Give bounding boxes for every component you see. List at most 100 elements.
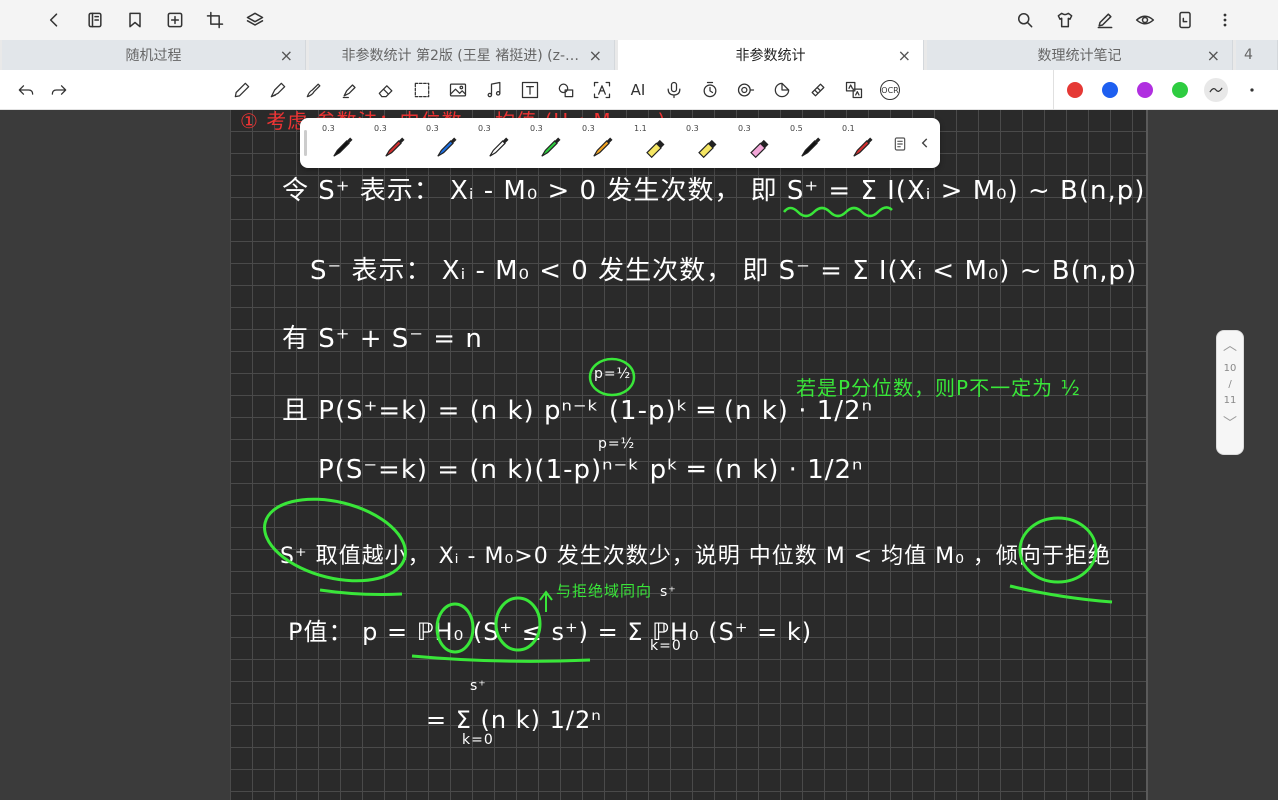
pen-slot-9[interactable]: 0.3 xyxy=(726,122,776,164)
bookmark-icon[interactable] xyxy=(121,6,149,34)
note-line-s-minus: S⁻ 表示： Xᵢ - M₀ < 0 发生次数， 即 S⁻ = Σ I(Xᵢ <… xyxy=(310,256,1138,286)
pen-slot-10[interactable]: 0.5 xyxy=(778,122,828,164)
device-icon[interactable] xyxy=(1171,6,1199,34)
page-edge xyxy=(1146,110,1148,800)
tab-overflow[interactable]: 4 xyxy=(1236,40,1278,70)
pencil-icon[interactable] xyxy=(230,78,254,102)
color-blue-swatch[interactable] xyxy=(1102,82,1118,98)
color-purple-swatch[interactable] xyxy=(1137,82,1153,98)
more-dot-icon[interactable] xyxy=(1240,78,1264,102)
crop-icon[interactable] xyxy=(201,6,229,34)
note-line-p-value: P值： p = ℙH₀ (S⁺ ≤ s⁺) = Σ ℙH₀ (S⁺ = k) xyxy=(288,618,813,646)
pen-slot-2[interactable]: 0.3 xyxy=(362,122,412,164)
ocr-icon[interactable]: OCR xyxy=(878,78,902,102)
tab-nonparam-stats[interactable]: 非参数统计 × xyxy=(618,40,924,70)
note-line7-sum-top: s⁺ xyxy=(660,584,677,600)
eraser-icon[interactable] xyxy=(374,78,398,102)
color-green-swatch[interactable] xyxy=(1172,82,1188,98)
pen-list-icon[interactable] xyxy=(892,136,908,156)
close-icon[interactable]: × xyxy=(1207,46,1220,65)
laser-icon[interactable] xyxy=(734,78,758,102)
note-line-sum: 有 S⁺ + S⁻ = n xyxy=(282,324,483,354)
note-line-s-plus: 令 S⁺ 表示： Xᵢ - M₀ > 0 发生次数， 即 S⁺ = Σ I(Xᵢ… xyxy=(282,176,1146,206)
pen-icon xyxy=(385,137,405,157)
tab-label: 非参数统计 第2版 (王星 褚挺进) (z-l... xyxy=(341,48,582,64)
sticker-icon[interactable] xyxy=(770,78,794,102)
tab-math-stats-notes[interactable]: 数理统计笔记 × xyxy=(927,40,1233,70)
ocr-label: OCR xyxy=(880,80,900,100)
color-red-swatch[interactable] xyxy=(1067,82,1083,98)
pen-size-label: 0.3 xyxy=(374,124,387,133)
layers-icon[interactable] xyxy=(241,6,269,34)
highlighter-icon xyxy=(750,139,769,159)
pen-icon xyxy=(593,137,613,157)
close-icon[interactable]: × xyxy=(280,46,293,65)
page-down-icon[interactable]: ﹀ xyxy=(1217,409,1243,439)
tab-bar: 随机过程 × 非参数统计 第2版 (王星 褚挺进) (z-l... × 非参数统… xyxy=(0,40,1278,70)
note-line-p-value-sum: = Σ (n k) 1/2ⁿ xyxy=(426,706,602,734)
tab-nonparam-book[interactable]: 非参数统计 第2版 (王星 褚挺进) (z-l... × xyxy=(309,40,615,70)
add-page-icon[interactable] xyxy=(161,6,189,34)
highlighter-icon[interactable] xyxy=(338,78,362,102)
total-pages: 11 xyxy=(1223,395,1237,406)
pen-slot-7[interactable]: 1.1 xyxy=(622,122,672,164)
stroke-style-icon[interactable] xyxy=(1204,78,1228,102)
image-icon[interactable] xyxy=(446,78,470,102)
toolbar-divider xyxy=(1053,70,1054,110)
pen-slot-3[interactable]: 0.3 xyxy=(414,122,464,164)
collapse-palette-icon[interactable] xyxy=(918,135,932,155)
page-navigator: ︿ 10 / 11 ﹀ xyxy=(1216,330,1244,455)
lasso-select-icon[interactable] xyxy=(410,78,434,102)
pen-slot-5[interactable]: 0.3 xyxy=(518,122,568,164)
note-line4-label: p=½ xyxy=(594,366,632,382)
pen-icon xyxy=(541,137,561,157)
note-line8-sum-top: s⁺ xyxy=(470,678,487,694)
tape-icon[interactable] xyxy=(806,78,830,102)
pen-slot-11[interactable]: 0.1 xyxy=(830,122,880,164)
pen-slot-4[interactable]: 0.3 xyxy=(466,122,516,164)
ai-icon[interactable]: AI xyxy=(626,78,650,102)
search-icon[interactable] xyxy=(1011,6,1039,34)
pen-icon xyxy=(333,137,353,157)
close-icon[interactable]: × xyxy=(589,46,602,65)
note-quantile-remark: 若是P分位数，则P不一定为 ½ xyxy=(796,376,1081,400)
top-bar xyxy=(0,0,1278,40)
pen-slot-1[interactable]: 0.3 xyxy=(310,122,360,164)
view-eye-icon[interactable] xyxy=(1131,6,1159,34)
pen-icon xyxy=(437,137,457,157)
tab-label: 数理统计笔记 xyxy=(1037,48,1122,64)
back-icon[interactable] xyxy=(40,6,68,34)
pen-icon xyxy=(801,137,821,157)
brush-pen-icon[interactable] xyxy=(302,78,326,102)
redo-icon[interactable] xyxy=(47,78,71,102)
pen-slot-6[interactable]: 0.3 xyxy=(570,122,620,164)
undo-icon[interactable] xyxy=(14,78,38,102)
fountain-pen-icon[interactable] xyxy=(266,78,290,102)
tool-bar: AI OCR xyxy=(0,70,1278,110)
text-box-icon[interactable] xyxy=(518,78,542,102)
palette-drag-handle[interactable] xyxy=(304,130,307,156)
pen-slot-8[interactable]: 0.3 xyxy=(674,122,724,164)
more-vertical-icon[interactable] xyxy=(1211,6,1239,34)
translate-icon[interactable] xyxy=(842,78,866,102)
note-line-p-s-minus: P(S⁻=k) = (n k)(1-p)ⁿ⁻ᵏ pᵏ ═ (n k) · 1/2… xyxy=(318,455,864,485)
page-up-icon[interactable]: ︿ xyxy=(1217,331,1243,361)
tab-count: 4 xyxy=(1244,47,1253,63)
timer-icon[interactable] xyxy=(698,78,722,102)
tab-random-process[interactable]: 随机过程 × xyxy=(2,40,306,70)
close-icon[interactable]: × xyxy=(898,46,911,65)
theme-shirt-icon[interactable] xyxy=(1051,6,1079,34)
microphone-icon[interactable] xyxy=(662,78,686,102)
notebook-icon[interactable] xyxy=(81,6,109,34)
music-note-icon[interactable] xyxy=(482,78,506,102)
pen-size-label: 0.1 xyxy=(842,124,855,133)
highlighter-icon xyxy=(698,139,717,159)
note-rejection-remark: 与拒绝域同向 xyxy=(556,582,653,600)
pen-size-label: 1.1 xyxy=(634,124,647,133)
edit-pen-icon[interactable] xyxy=(1091,6,1119,34)
ai-label: AI xyxy=(630,81,646,99)
note-line7-sum-bottom: k=0 xyxy=(650,638,682,654)
text-recognition-icon[interactable] xyxy=(590,78,614,102)
note-line-p-s-plus: 且 P(S⁺=k) = (n k) pⁿ⁻ᵏ (1-p)ᵏ ═ (n k) · … xyxy=(282,396,873,426)
shape-icon[interactable] xyxy=(554,78,578,102)
